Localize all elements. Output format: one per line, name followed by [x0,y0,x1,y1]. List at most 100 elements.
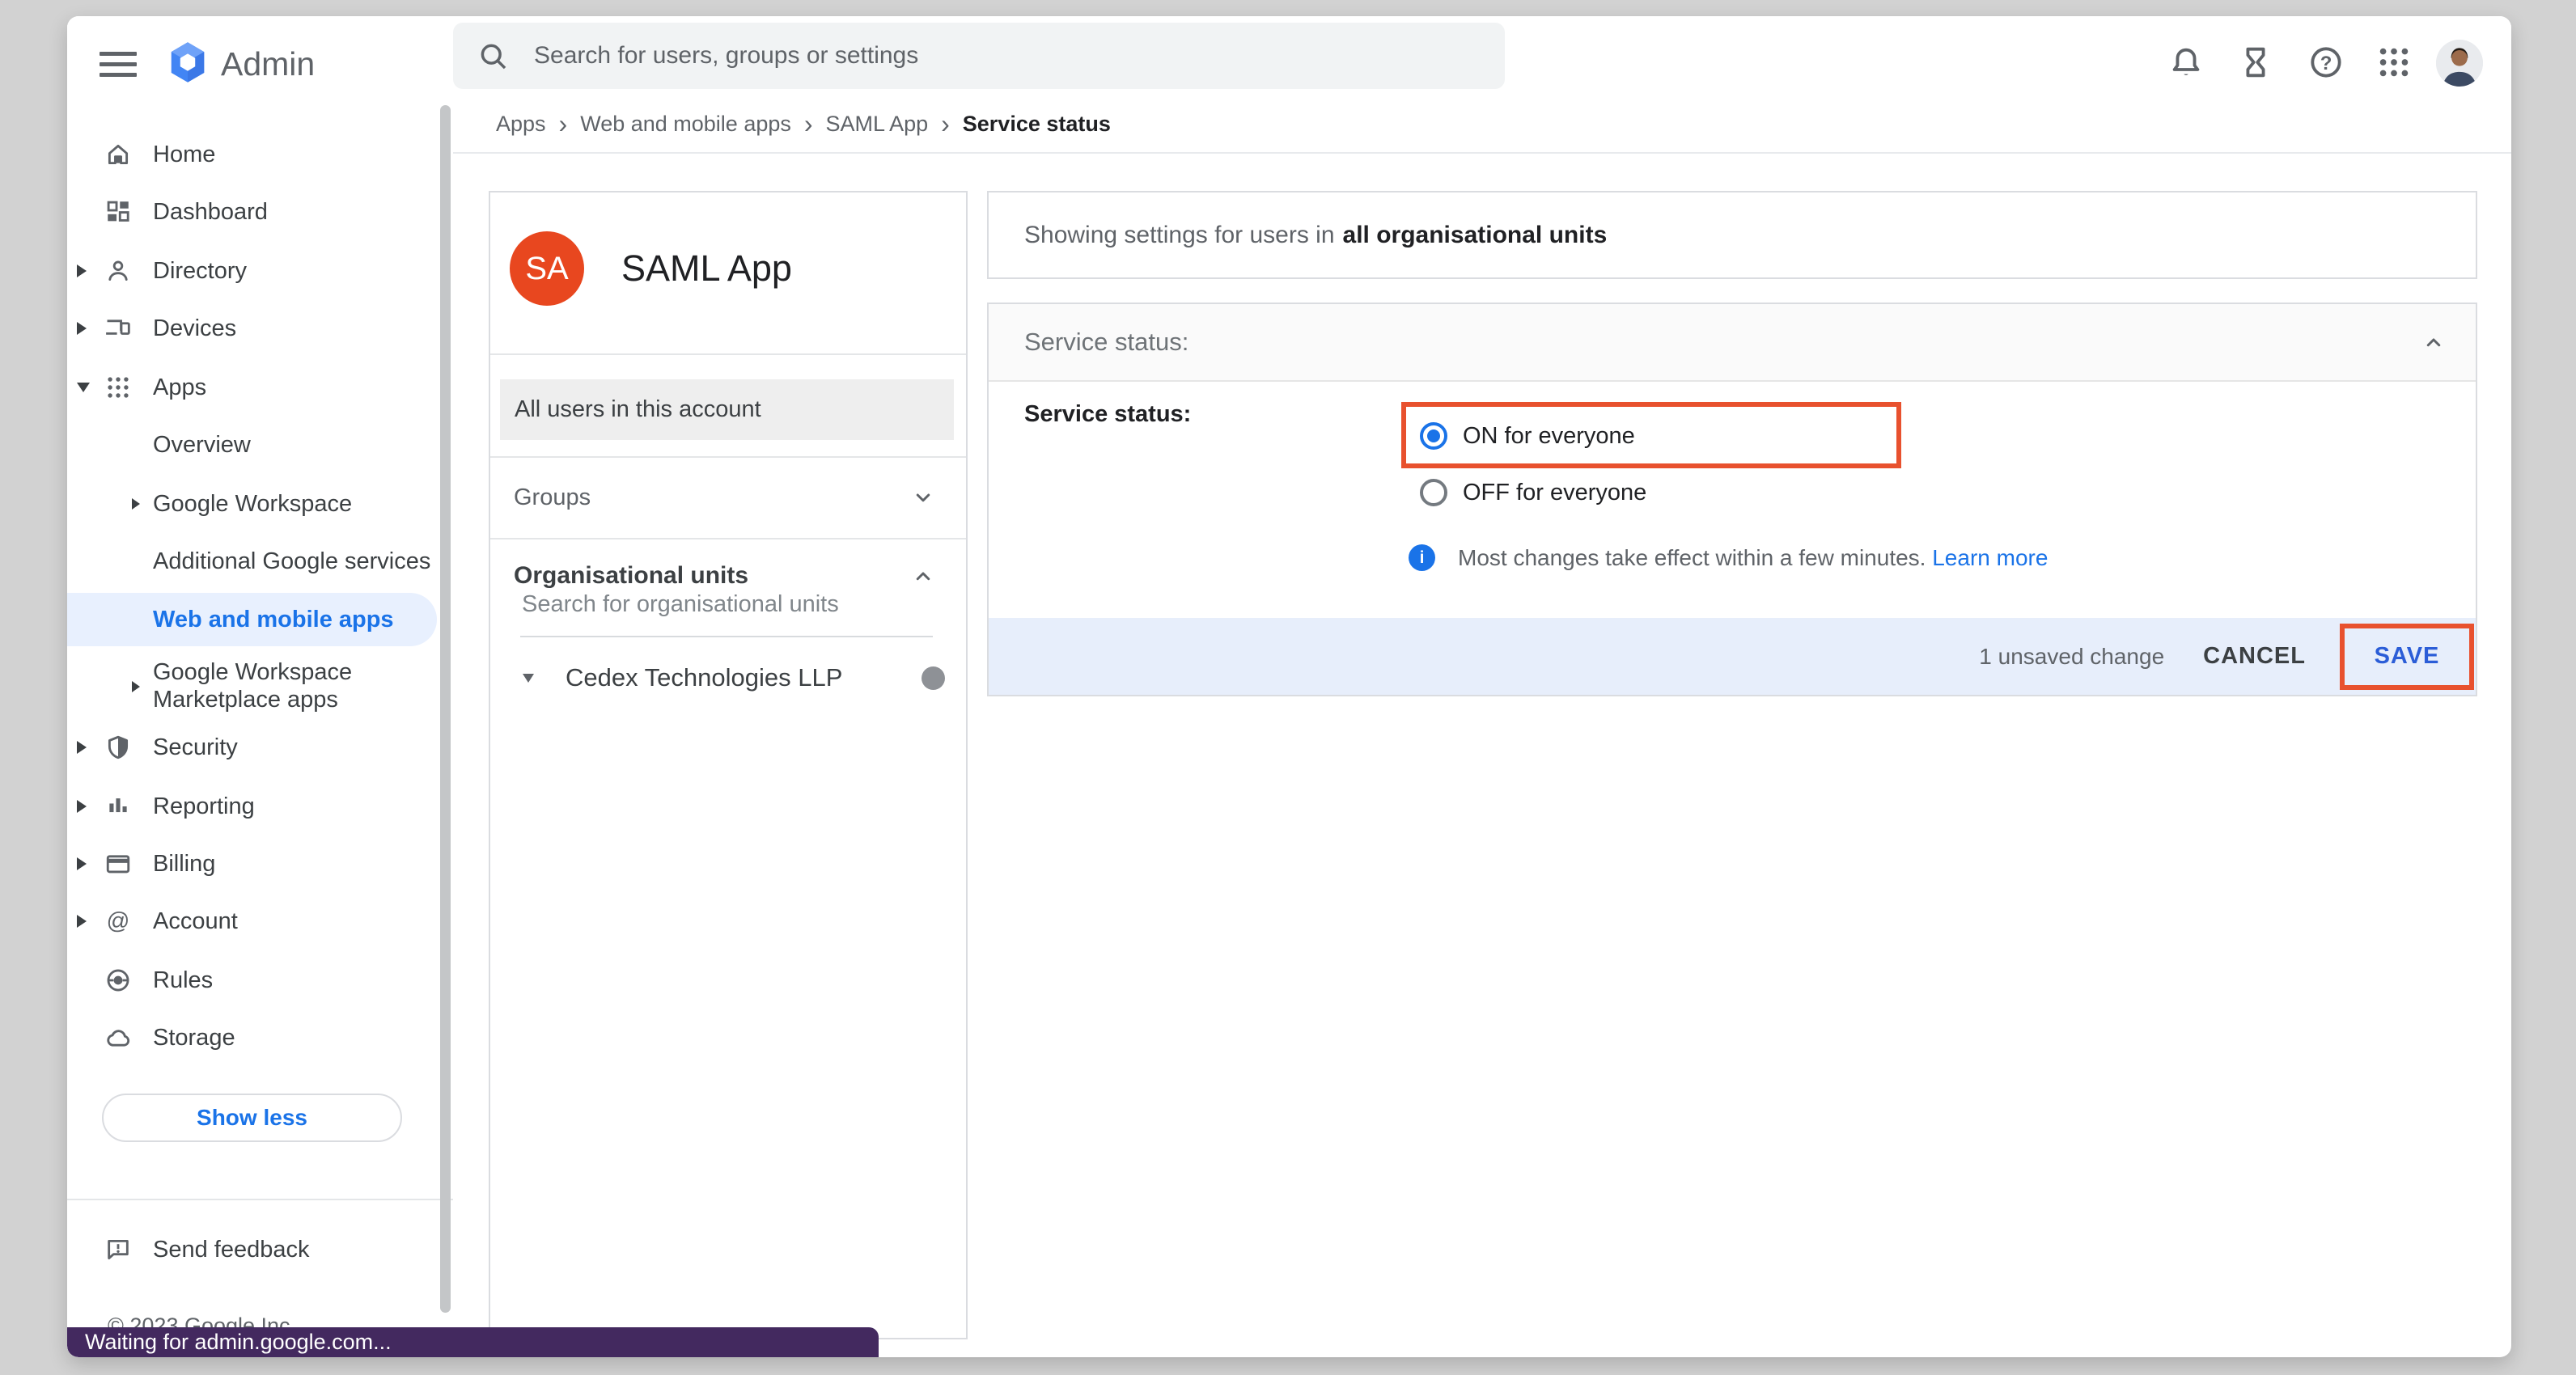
sidebar-item-label: Overview [153,432,251,459]
sidebar-scrollbar[interactable] [440,105,451,1313]
sidebar-item-label: Additional Google services [153,548,430,575]
tasks-hourglass-icon[interactable] [2237,44,2274,81]
breadcrumb-item[interactable]: Web and mobile apps [580,112,791,137]
save-annotation-box: SAVE [2340,624,2474,690]
dashboard-icon [104,198,132,226]
expand-arrow-icon[interactable] [77,322,87,335]
divider [490,456,966,458]
sidebar-item-label: Security [153,734,238,761]
svg-text:@: @ [107,908,130,934]
breadcrumb-item[interactable]: Apps [496,112,546,137]
expand-arrow-icon[interactable] [77,264,87,277]
sidebar-item-directory[interactable]: Directory [67,244,437,298]
chevron-up-icon [909,561,938,590]
service-status-header[interactable]: Service status: [989,304,2476,382]
sidebar-item-label: Reporting [153,793,255,820]
top-bar: Admin ? [67,16,2511,112]
scope-banner: Showing settings for users in all organi… [987,191,2477,279]
sidebar-item-rules[interactable]: Rules [67,954,437,1007]
sidebar-item-home[interactable]: Home [67,128,437,181]
menu-icon[interactable] [100,45,137,82]
tree-collapse-icon[interactable] [523,674,534,683]
google-admin-logo-icon[interactable] [166,40,210,84]
help-icon[interactable]: ? [2307,44,2345,81]
expand-arrow-icon[interactable] [77,800,87,813]
org-unit-name: Cedex Technologies LLP [566,663,842,692]
credit-card-icon [104,850,132,878]
at-sign-icon: @ [104,908,132,935]
radio-on-for-everyone[interactable] [1420,422,1447,450]
chevron-up-icon[interactable] [2419,328,2448,357]
org-unit-search[interactable] [520,590,933,619]
sidebar-item-apps[interactable]: Apps [67,361,437,414]
sidebar-item-label: Dashboard [153,199,268,226]
show-less-button[interactable]: Show less [102,1094,402,1142]
shield-icon [104,734,132,761]
account-avatar[interactable] [2436,40,2483,87]
send-feedback-item[interactable]: Send feedback [67,1223,437,1276]
app-scope-panel: SA SAML App All users in this account Gr… [489,191,968,1339]
send-feedback-label: Send feedback [153,1237,309,1263]
sidebar-item-storage[interactable]: Storage [67,1011,437,1064]
breadcrumb-current: Service status [963,112,1111,137]
org-unit-search-input[interactable] [520,590,936,619]
status-text: Waiting for admin.google.com... [85,1330,392,1355]
app-launcher-icon[interactable] [2375,44,2413,81]
admin-console-window: Admin ? [67,16,2511,1357]
expand-arrow-icon[interactable] [132,681,140,692]
scope-banner-prefix: Showing settings for users in [1024,222,1335,249]
all-users-item[interactable]: All users in this account [500,379,954,440]
sidebar-item-marketplace-apps[interactable]: Google Workspace Marketplace apps [67,652,437,721]
expand-arrow-icon[interactable] [132,498,140,510]
collapse-arrow-icon[interactable] [77,383,90,392]
org-unit-tree-item[interactable]: Cedex Technologies LLP [490,652,966,704]
save-bar: 1 unsaved change CANCEL SAVE [989,618,2476,695]
sidebar-item-security[interactable]: Security [67,721,437,774]
radio-off-label: OFF for everyone [1463,480,1646,506]
sidebar-item-additional-google-services[interactable]: Additional Google services [67,535,437,588]
breadcrumb-separator: › [559,109,568,139]
sidebar-item-label: Directory [153,258,247,285]
sidebar-item-reporting[interactable]: Reporting [67,780,437,833]
chevron-down-icon [909,483,938,512]
info-message: Most changes take effect within a few mi… [1458,545,1926,570]
expand-arrow-icon[interactable] [77,857,87,870]
sidebar-item-web-and-mobile-apps[interactable]: Web and mobile apps [67,593,437,646]
app-title: SAML App [621,231,792,306]
expand-arrow-icon[interactable] [77,915,87,928]
rules-wheel-icon [104,967,132,994]
org-unit-status-dot [922,666,945,690]
save-button[interactable]: SAVE [2375,643,2440,670]
cloud-icon [104,1024,132,1051]
product-title: Admin [221,16,315,112]
divider [490,353,966,355]
groups-section-toggle[interactable]: Groups [490,471,966,524]
learn-more-link[interactable]: Learn more [1932,545,2048,570]
search-input[interactable] [532,41,1505,70]
breadcrumb-item[interactable]: SAML App [826,112,929,137]
header-divider [453,152,2511,154]
sidebar-item-overview[interactable]: Overview [67,418,437,472]
sidebar-item-devices[interactable]: Devices [67,302,437,355]
app-avatar: SA [510,231,584,306]
sidebar-item-label: Home [153,142,215,168]
breadcrumb-separator: › [804,109,813,139]
cancel-button[interactable]: CANCEL [2203,643,2306,670]
sidebar-item-google-workspace[interactable]: Google Workspace [67,477,437,531]
notifications-bell-icon[interactable] [2167,44,2205,81]
sidebar-item-dashboard[interactable]: Dashboard [67,185,437,239]
sidebar-item-label: Storage [153,1025,235,1051]
scope-banner-scope: all organisational units [1343,222,1608,249]
svg-text:?: ? [2320,53,2332,74]
global-search[interactable] [453,23,1505,89]
apps-grid-icon [104,374,132,401]
sidebar-item-account[interactable]: @ Account [67,895,437,948]
info-icon: i [1409,544,1435,571]
expand-arrow-icon[interactable] [77,741,87,754]
sidebar-nav: Home Dashboard Directory [67,112,453,1357]
radio-off-for-everyone[interactable] [1420,479,1447,506]
browser-status-toast: Waiting for admin.google.com... [67,1327,879,1357]
org-units-label: Organisational units [514,562,748,590]
sidebar-item-billing[interactable]: Billing [67,837,437,891]
sidebar-item-label: Billing [153,851,215,878]
